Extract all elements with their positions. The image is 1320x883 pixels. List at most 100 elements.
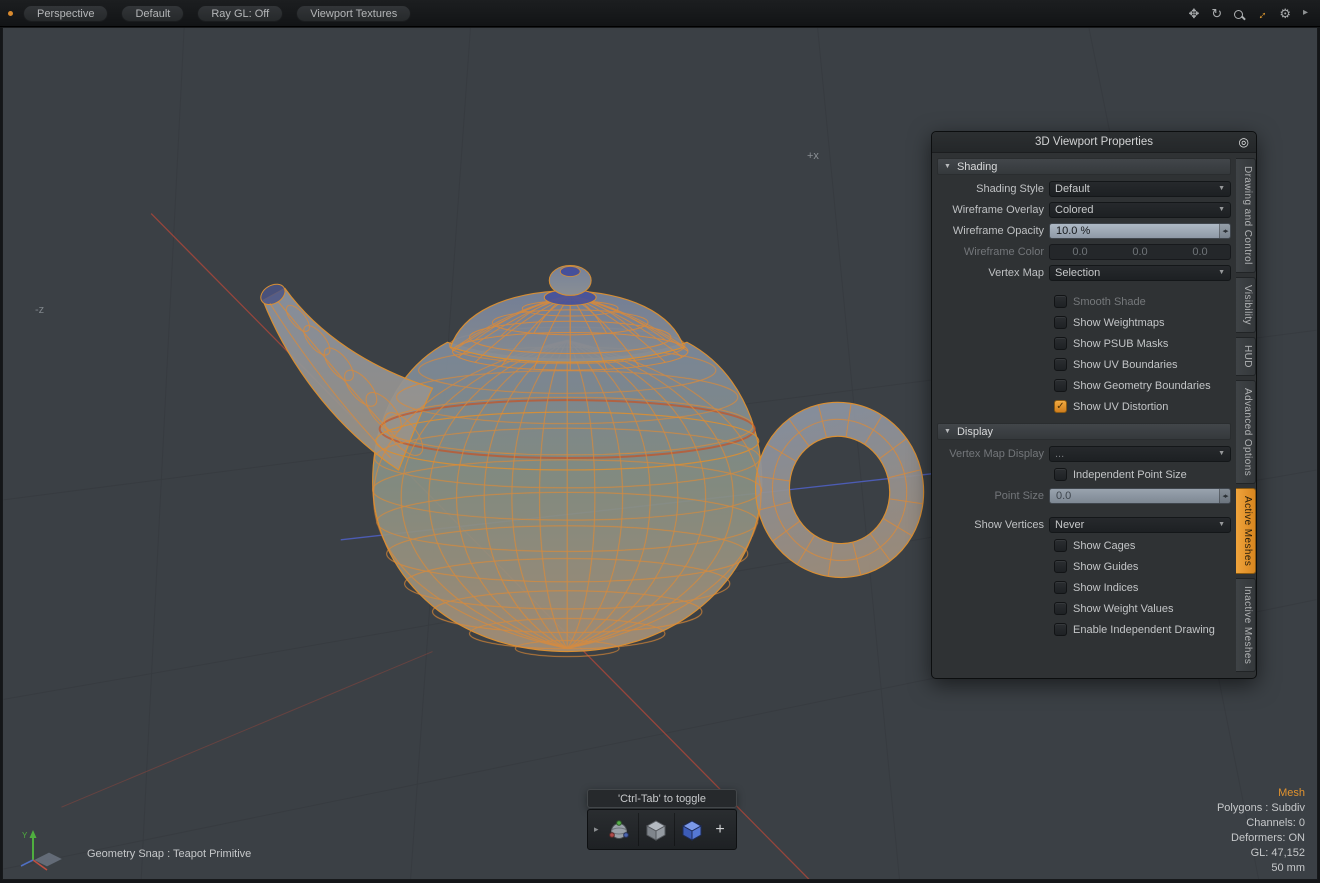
zoom-icon[interactable]	[1234, 7, 1243, 20]
show-psub-masks-row: Show PSUB Masks	[937, 333, 1231, 354]
panel-pin-icon[interactable]: ◎	[1239, 132, 1249, 153]
show-indices-row: Show Indices	[937, 577, 1231, 598]
point-size-field[interactable]: 0.0 ◂▸	[1049, 488, 1231, 504]
tab-hud[interactable]: HUD	[1236, 337, 1256, 376]
show-cages-label: Show Cages	[1073, 540, 1135, 552]
status-focal-length: 50 mm	[1217, 861, 1305, 876]
mini-slider-icon[interactable]: ◂▸	[1219, 224, 1230, 238]
chevron-down-icon: ▼	[1218, 521, 1225, 528]
wireframe-opacity-value: 10.0 %	[1050, 224, 1219, 238]
wireframe-opacity-field[interactable]: 10.0 % ◂▸	[1049, 223, 1231, 239]
wireframe-color-g: 0.0	[1110, 246, 1170, 258]
wireframe-color-label: Wireframe Color	[937, 246, 1049, 258]
enable-independent-drawing-label: Enable Independent Drawing	[1073, 624, 1215, 636]
viewport-textures-button[interactable]: Viewport Textures	[296, 5, 411, 22]
cube-gray-icon[interactable]	[638, 813, 672, 846]
gizmo-y-label: Y	[22, 831, 28, 840]
wireframe-overlay-dropdown[interactable]: Colored ▼	[1049, 202, 1231, 218]
axis-gizmo: Y	[19, 826, 65, 880]
enable-independent-drawing-checkbox[interactable]	[1054, 623, 1067, 636]
chevron-down-icon: ▼	[1218, 450, 1225, 457]
section-shading-header[interactable]: ▼ Shading	[937, 158, 1231, 175]
show-indices-checkbox[interactable]	[1054, 581, 1067, 594]
panel-title-bar[interactable]: 3D Viewport Properties ◎	[932, 132, 1256, 153]
viewport-3d[interactable]: +x -z 3D Viewport Properties ◎ ▼ Shading…	[2, 27, 1318, 880]
vertex-map-label: Vertex Map	[937, 267, 1049, 279]
status-mesh-label: Mesh	[1217, 786, 1305, 801]
vertex-map-row: Vertex Map Selection ▼	[937, 262, 1231, 283]
show-weight-values-checkbox[interactable]	[1054, 602, 1067, 615]
vertex-map-display-label: Vertex Map Display	[937, 448, 1049, 460]
vertex-map-dropdown[interactable]: Selection ▼	[1049, 265, 1231, 281]
wireframe-color-r: 0.0	[1050, 246, 1110, 258]
show-guides-checkbox[interactable]	[1054, 560, 1067, 573]
show-vertices-value: Never	[1055, 519, 1214, 531]
chevron-down-icon: ▼	[1218, 185, 1225, 192]
vertex-map-display-value: ...	[1055, 448, 1214, 460]
wireframe-color-row: Wireframe Color 0.0 0.0 0.0	[937, 241, 1231, 262]
shading-style-label: Shading Style	[937, 183, 1049, 195]
mini-slider-icon[interactable]: ◂▸	[1219, 489, 1230, 503]
gear-icon[interactable]: ⚙	[1279, 7, 1291, 20]
point-size-value: 0.0	[1050, 489, 1219, 503]
show-uv-distortion-label: Show UV Distortion	[1073, 401, 1168, 413]
vertex-sphere-icon[interactable]	[603, 813, 637, 846]
show-weight-values-row: Show Weight Values	[937, 598, 1231, 619]
panel-tab-strip: Drawing and Control Visibility HUD Advan…	[1236, 156, 1256, 672]
smooth-shade-checkbox[interactable]	[1054, 295, 1067, 308]
show-uv-boundaries-checkbox[interactable]	[1054, 358, 1067, 371]
shading-style-dropdown[interactable]: Default ▼	[1049, 181, 1231, 197]
smooth-shade-label: Smooth Shade	[1073, 296, 1146, 308]
viewport-toolbar: Perspective Default Ray GL: Off Viewport…	[0, 0, 1320, 27]
add-mode-button[interactable]: +	[710, 821, 730, 839]
geometry-snap-status: Geometry Snap : Teapot Primitive	[87, 848, 251, 860]
wireframe-color-b: 0.0	[1170, 246, 1230, 258]
tab-inactive-meshes[interactable]: Inactive Meshes	[1236, 578, 1256, 672]
tab-advanced-options[interactable]: Advanced Options	[1236, 380, 1256, 484]
section-shading-label: Shading	[957, 161, 997, 173]
show-uv-boundaries-label: Show UV Boundaries	[1073, 359, 1178, 371]
viewport-properties-panel: 3D Viewport Properties ◎ ▼ Shading Shadi…	[931, 131, 1257, 679]
tab-visibility[interactable]: Visibility	[1236, 277, 1256, 333]
wireframe-overlay-row: Wireframe Overlay Colored ▼	[937, 199, 1231, 220]
shading-default-button[interactable]: Default	[121, 5, 184, 22]
maximize-icon[interactable]	[1255, 7, 1267, 20]
section-display-label: Display	[957, 426, 993, 438]
perspective-button[interactable]: Perspective	[23, 5, 108, 22]
section-display-header[interactable]: ▼ Display	[937, 423, 1231, 440]
rotate-icon[interactable]: ↻	[1211, 7, 1222, 20]
ray-gl-button[interactable]: Ray GL: Off	[197, 5, 283, 22]
independent-point-size-label: Independent Point Size	[1073, 469, 1187, 481]
show-weight-values-label: Show Weight Values	[1073, 603, 1173, 615]
independent-point-size-checkbox[interactable]	[1054, 468, 1067, 481]
status-deformers: Deformers: ON	[1217, 831, 1305, 846]
show-geometry-boundaries-row: Show Geometry Boundaries	[937, 375, 1231, 396]
tab-active-meshes[interactable]: Active Meshes	[1236, 488, 1256, 574]
caret-right-icon: ▸	[594, 824, 599, 835]
show-geometry-boundaries-checkbox[interactable]	[1054, 379, 1067, 392]
status-channels: Channels: 0	[1217, 816, 1305, 831]
expand-arrow-icon[interactable]: ▸	[1303, 8, 1308, 18]
show-weightmaps-checkbox[interactable]	[1054, 316, 1067, 329]
show-vertices-row: Show Vertices Never ▼	[937, 514, 1231, 535]
show-uv-distortion-checkbox[interactable]	[1054, 400, 1067, 413]
tooltip-text: 'Ctrl-Tab' to toggle	[618, 793, 706, 805]
y-axis-arrow-icon	[30, 830, 37, 838]
show-psub-masks-label: Show PSUB Masks	[1073, 338, 1168, 350]
vertex-map-display-dropdown[interactable]: ... ▼	[1049, 446, 1231, 462]
cube-blue-icon[interactable]	[674, 813, 708, 846]
teapot-handle	[737, 384, 942, 595]
smooth-shade-row: Smooth Shade	[937, 291, 1231, 312]
collapse-triangle-icon: ▼	[944, 428, 951, 435]
tab-drawing-and-control[interactable]: Drawing and Control	[1236, 158, 1256, 273]
show-psub-masks-checkbox[interactable]	[1054, 337, 1067, 350]
show-cages-checkbox[interactable]	[1054, 539, 1067, 552]
wireframe-color-field[interactable]: 0.0 0.0 0.0	[1049, 244, 1231, 260]
workplane-icon	[33, 852, 63, 867]
show-geometry-boundaries-label: Show Geometry Boundaries	[1073, 380, 1211, 392]
show-vertices-dropdown[interactable]: Never ▼	[1049, 517, 1231, 533]
pan-icon[interactable]: ✥	[1189, 7, 1200, 20]
show-cages-row: Show Cages	[937, 535, 1231, 556]
enable-independent-drawing-row: Enable Independent Drawing	[937, 619, 1231, 640]
shading-style-value: Default	[1055, 183, 1214, 195]
